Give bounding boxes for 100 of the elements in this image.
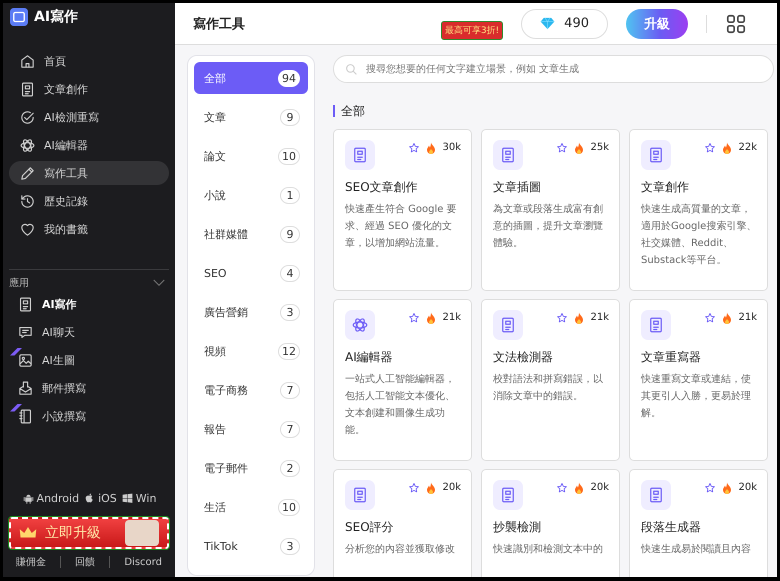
platform-link[interactable]: Android bbox=[22, 492, 80, 505]
nav-item[interactable]: 首頁 bbox=[9, 49, 169, 73]
nav-item[interactable]: 寫作工具 bbox=[9, 161, 169, 185]
tool-title: 抄襲檢測 bbox=[493, 519, 542, 536]
count-badge: 3 bbox=[280, 304, 300, 320]
category-item[interactable]: 電子郵件 2 bbox=[194, 452, 308, 484]
category-label: 文章 bbox=[204, 110, 226, 124]
credits-pill[interactable]: 490 bbox=[521, 8, 608, 38]
doc-icon bbox=[17, 296, 34, 312]
mail-icon bbox=[17, 380, 34, 396]
footer-link[interactable]: 回饋 bbox=[75, 555, 96, 569]
tool-title: 文章創作 bbox=[641, 179, 690, 196]
flame-icon bbox=[574, 142, 584, 154]
doc-icon bbox=[647, 146, 665, 164]
search-field[interactable]: 搜尋您想要的任何文字建立場景，例如 文章生成 bbox=[333, 55, 774, 83]
flame-icon bbox=[426, 142, 436, 154]
category-item[interactable]: 社群媒體 9 bbox=[194, 218, 308, 250]
tool-title: 文章插圖 bbox=[493, 179, 542, 196]
footer-link[interactable]: 賺佣金 bbox=[16, 555, 46, 569]
category-item[interactable]: 全部 94 bbox=[194, 62, 308, 94]
category-item[interactable]: 文章 9 bbox=[194, 101, 308, 133]
category-item[interactable]: SEO 4 bbox=[194, 257, 308, 289]
star-icon[interactable] bbox=[704, 312, 716, 324]
star-icon[interactable] bbox=[556, 142, 568, 154]
app-item[interactable]: 小說撰寫 bbox=[9, 404, 169, 428]
usage-count: 21k bbox=[590, 312, 609, 323]
tool-card[interactable]: 21k 文章重寫器 快速重寫文章或連結，使其更引人入勝，更易於理解。 bbox=[629, 299, 768, 461]
nav-item[interactable]: AI編輯器 bbox=[9, 133, 169, 157]
tool-title: AI編輯器 bbox=[345, 349, 394, 366]
category-item[interactable]: TikTok 3 bbox=[194, 530, 308, 562]
count-badge: 10 bbox=[278, 498, 300, 516]
tool-description: 快速識別和檢測文本中的 bbox=[493, 542, 604, 557]
star-icon[interactable] bbox=[704, 482, 716, 494]
diamond-icon bbox=[540, 17, 556, 30]
star-icon[interactable] bbox=[556, 312, 568, 324]
windows-icon bbox=[120, 492, 134, 505]
tool-card[interactable]: 20k 抄襲檢測 快速識別和檢測文本中的 bbox=[481, 469, 620, 577]
category-item[interactable]: 報告 7 bbox=[194, 413, 308, 445]
count-badge: 12 bbox=[278, 342, 300, 360]
apps-grid-icon[interactable] bbox=[725, 12, 747, 34]
tool-card[interactable]: 30k SEO文章創作 快速產生符合 Google 要求、經過 SEO 優化的文章，以增加網站流量。 bbox=[333, 129, 472, 291]
usage-count: 20k bbox=[738, 482, 757, 493]
logo-icon bbox=[10, 8, 28, 26]
upgrade-banner[interactable]: 立即升級 bbox=[9, 517, 169, 549]
tool-card[interactable]: 25k 文章插圖 為文章或段落生成富有創意的插圖，提升文章瀏覽體驗。 bbox=[481, 129, 620, 291]
category-item[interactable]: 電子商務 7 bbox=[194, 374, 308, 406]
app-item[interactable]: AI聊天 bbox=[9, 320, 169, 344]
count-badge: 7 bbox=[280, 382, 300, 398]
tool-title: SEO文章創作 bbox=[345, 179, 419, 196]
nav-item[interactable]: 我的書籤 bbox=[9, 217, 169, 241]
platform-link[interactable]: iOS bbox=[83, 492, 117, 505]
category-label: 論文 bbox=[204, 148, 226, 164]
tool-card[interactable]: 20k SEO評分 分析您的內容並獲取修改 bbox=[333, 469, 472, 577]
category-item[interactable]: 視頻 12 bbox=[194, 335, 308, 367]
app-item[interactable]: 郵件撰寫 bbox=[9, 376, 169, 400]
tool-description: 快速重寫文章或連結，使其更引人入勝，更易於理解。 bbox=[641, 372, 752, 421]
usage-count: 21k bbox=[738, 312, 757, 323]
nav-item[interactable]: AI檢測重寫 bbox=[9, 105, 169, 129]
app-item[interactable]: AI生圖 bbox=[9, 348, 169, 372]
upgrade-button[interactable]: 升級 bbox=[626, 8, 688, 38]
tool-description: 快速生成易於閱讀且內容 bbox=[641, 542, 752, 557]
tool-card[interactable]: 20k 段落生成器 快速生成易於閱讀且內容 bbox=[629, 469, 768, 577]
category-item[interactable]: 廣告營銷 3 bbox=[194, 296, 308, 328]
tool-card[interactable]: 22k 文章創作 快速生成高質量的文章，適用於Google搜索引擎、社交媒體、Reddit、Substack等平台。 bbox=[629, 129, 768, 291]
section-heading: 全部 bbox=[333, 105, 774, 117]
flame-icon bbox=[574, 482, 584, 494]
star-icon[interactable] bbox=[556, 482, 568, 494]
tool-title: 文章重寫器 bbox=[641, 349, 702, 366]
platform-link[interactable]: Win bbox=[120, 492, 156, 505]
category-item[interactable]: 論文 10 bbox=[194, 140, 308, 172]
usage-count: 25k bbox=[590, 142, 609, 153]
flame-icon bbox=[426, 312, 436, 324]
app-item[interactable]: AI寫作 bbox=[9, 292, 169, 316]
android-icon bbox=[22, 492, 35, 505]
promo-badge[interactable]: 最高可享3折! bbox=[440, 21, 504, 40]
doc-icon bbox=[351, 146, 369, 164]
page-title: 寫作工具 bbox=[193, 16, 245, 32]
count-badge: 3 bbox=[280, 538, 300, 554]
category-label: 報告 bbox=[204, 422, 226, 436]
category-label: 生活 bbox=[204, 500, 226, 514]
tool-title: 段落生成器 bbox=[641, 519, 702, 536]
nav-item[interactable]: 文章創作 bbox=[9, 77, 169, 101]
star-icon[interactable] bbox=[408, 142, 420, 154]
star-icon[interactable] bbox=[408, 482, 420, 494]
star-icon[interactable] bbox=[704, 142, 716, 154]
tool-card[interactable]: 21k AI編輯器 一站式人工智能編輯器，包括人工智能文本優化、文本創建和圖像生成功能。 bbox=[333, 299, 472, 461]
category-label: 視頻 bbox=[204, 344, 226, 358]
category-label: 社群媒體 bbox=[204, 226, 248, 242]
category-item[interactable]: 小說 1 bbox=[194, 179, 308, 211]
usage-count: 20k bbox=[442, 482, 461, 493]
star-icon[interactable] bbox=[408, 312, 420, 324]
category-label: SEO bbox=[204, 266, 227, 280]
nav-item[interactable]: 歷史記錄 bbox=[9, 189, 169, 213]
category-item[interactable]: 生活 10 bbox=[194, 491, 308, 523]
usage-count: 20k bbox=[590, 482, 609, 493]
flame-icon bbox=[426, 482, 436, 494]
count-badge: 2 bbox=[280, 460, 300, 476]
tool-card[interactable]: 21k 文法檢測器 校對語法和拼寫錯誤，以消除文章中的錯誤。 bbox=[481, 299, 620, 461]
footer-link[interactable]: Discord bbox=[124, 556, 162, 568]
chevron-icon[interactable] bbox=[153, 279, 165, 287]
